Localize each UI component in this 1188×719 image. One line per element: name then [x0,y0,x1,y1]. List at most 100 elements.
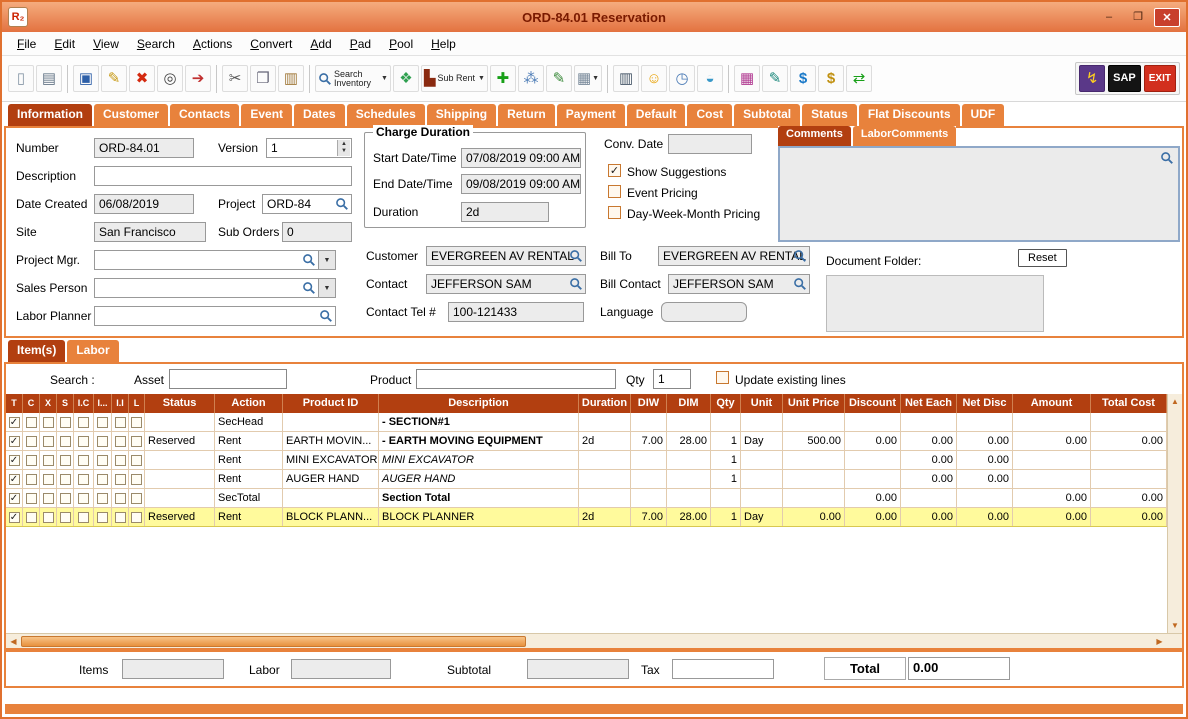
column-header-x[interactable]: X [40,394,57,413]
menu-item-pool[interactable]: Pool [380,34,422,54]
menu-item-add[interactable]: Add [301,34,340,54]
find-icon[interactable]: ◎ [157,65,183,92]
row-checkbox[interactable] [43,436,54,447]
search-icon[interactable] [569,277,583,291]
scroll-up-icon[interactable]: ▲ [1171,397,1179,406]
row-checkbox[interactable] [131,436,142,447]
dwm-pricing-checkbox[interactable] [608,206,621,219]
row-checkbox[interactable] [26,455,37,466]
search-icon[interactable] [302,253,316,267]
tab-shipping[interactable]: Shipping [427,104,496,126]
column-header-i-i[interactable]: I.I [112,394,129,413]
row-checkbox[interactable] [97,493,108,504]
project-mgr-field[interactable] [94,250,319,270]
row-checkbox[interactable] [43,455,54,466]
column-header-qty[interactable]: Qty [711,394,741,413]
row-checkbox[interactable] [43,493,54,504]
column-header-net-disc[interactable]: Net Disc [957,394,1013,413]
version-spinner[interactable]: ▲ ▼ [337,140,350,156]
comments-box[interactable] [778,146,1180,242]
money-icon[interactable]: $ [818,65,844,92]
document-folder-box[interactable] [826,275,1044,332]
tab-contacts[interactable]: Contacts [170,104,239,126]
tab-schedules[interactable]: Schedules [347,104,425,126]
title-bar[interactable]: R₂ ORD-84.01 Reservation – ❐ ✕ [2,2,1186,32]
menu-item-help[interactable]: Help [422,34,465,54]
scroll-right-icon[interactable]: ▶ [1152,637,1167,646]
description-field[interactable] [94,166,352,186]
search-inventory-button[interactable]: Search Inventory▼ [315,65,391,92]
add-icon[interactable]: ✚ [490,65,516,92]
sub-rent-button[interactable]: ▙Sub Rent▼ [421,65,488,92]
print-icon[interactable]: ▤ [36,65,62,92]
search-icon[interactable] [793,249,807,263]
chevron-down-icon[interactable]: ▼ [319,250,336,270]
table-row[interactable]: ✓SecHead- SECTION#1 [6,413,1167,432]
project-field[interactable]: ORD-84 [262,194,352,214]
maximize-button[interactable]: ❐ [1125,8,1151,27]
search-icon[interactable] [319,309,333,323]
menu-item-pad[interactable]: Pad [341,34,380,54]
row-checkbox[interactable] [78,474,89,485]
tab-item-s[interactable]: Item(s) [8,340,65,362]
checkout-icon[interactable]: ⇄ [846,65,872,92]
column-header-unit-price[interactable]: Unit Price [783,394,845,413]
disc-icon[interactable]: ◒ [697,65,723,92]
smiley-icon[interactable]: ☺ [641,65,667,92]
tab-laborcomments[interactable]: LaborComments [853,126,956,146]
row-checkbox[interactable] [60,417,71,428]
menu-item-file[interactable]: File [8,34,45,54]
bill-to-field[interactable]: EVERGREEN AV RENTAL [658,246,810,266]
table-row[interactable]: ✓SecTotalSection Total0.000.000.00 [6,489,1167,508]
column-header-duration[interactable]: Duration [579,394,631,413]
row-checkbox[interactable] [115,512,126,523]
event-pricing-checkbox[interactable] [608,185,621,198]
qty-input[interactable] [653,369,691,389]
edit-icon[interactable]: ✎ [101,65,127,92]
tab-customer[interactable]: Customer [94,104,168,126]
tax-field[interactable] [672,659,774,679]
tab-labor[interactable]: Labor [67,340,118,362]
database-icon[interactable]: ▦ [734,65,760,92]
row-checkbox[interactable] [131,512,142,523]
row-checkbox[interactable] [78,512,89,523]
show-suggestions-checkbox[interactable]: ✓ [608,164,621,177]
paste-icon[interactable]: ▥ [278,65,304,92]
copy-icon[interactable]: ❐ [250,65,276,92]
exit-button[interactable]: EXIT [1144,65,1176,92]
row-checkbox[interactable] [97,512,108,523]
table-row[interactable]: ✓ReservedRentEARTH MOVIN...- EARTH MOVIN… [6,432,1167,451]
menu-item-search[interactable]: Search [128,34,184,54]
group-icon[interactable]: ⁂ [518,65,544,92]
chevron-down-icon[interactable]: ▼ [478,75,485,82]
sap-button[interactable]: SAP [1108,65,1141,92]
row-checkbox[interactable] [78,436,89,447]
row-checkbox[interactable] [60,493,71,504]
tab-payment[interactable]: Payment [557,104,625,126]
row-checkbox[interactable]: ✓ [9,512,20,523]
delete-icon[interactable]: ✖ [129,65,155,92]
spinner-down-icon[interactable]: ▼ [341,148,347,155]
row-checkbox[interactable] [78,493,89,504]
table-row[interactable]: ✓RentAUGER HANDAUGER HAND10.000.00 [6,470,1167,489]
chevron-down-icon[interactable]: ▼ [381,75,388,82]
row-checkbox[interactable]: ✓ [9,455,20,466]
app-icon[interactable]: R₂ [8,7,28,27]
row-checkbox[interactable] [60,512,71,523]
row-checkbox[interactable] [78,455,89,466]
column-header-diw[interactable]: DIW [631,394,667,413]
table-row[interactable]: ✓ReservedRentBLOCK PLANN...BLOCK PLANNER… [6,508,1167,527]
tab-return[interactable]: Return [498,104,555,126]
row-checkbox[interactable] [60,455,71,466]
shapes-icon[interactable]: ❖ [393,65,419,92]
row-checkbox[interactable] [43,512,54,523]
row-checkbox[interactable] [115,474,126,485]
row-checkbox[interactable] [60,436,71,447]
vertical-scrollbar[interactable]: ▲ ▼ [1167,394,1182,633]
row-checkbox[interactable] [43,417,54,428]
row-checkbox[interactable] [115,493,126,504]
chevron-down-icon[interactable]: ▼ [319,278,336,298]
column-header-l[interactable]: L [129,394,145,413]
row-checkbox[interactable] [131,493,142,504]
chevron-down-icon[interactable]: ▼ [592,75,599,82]
